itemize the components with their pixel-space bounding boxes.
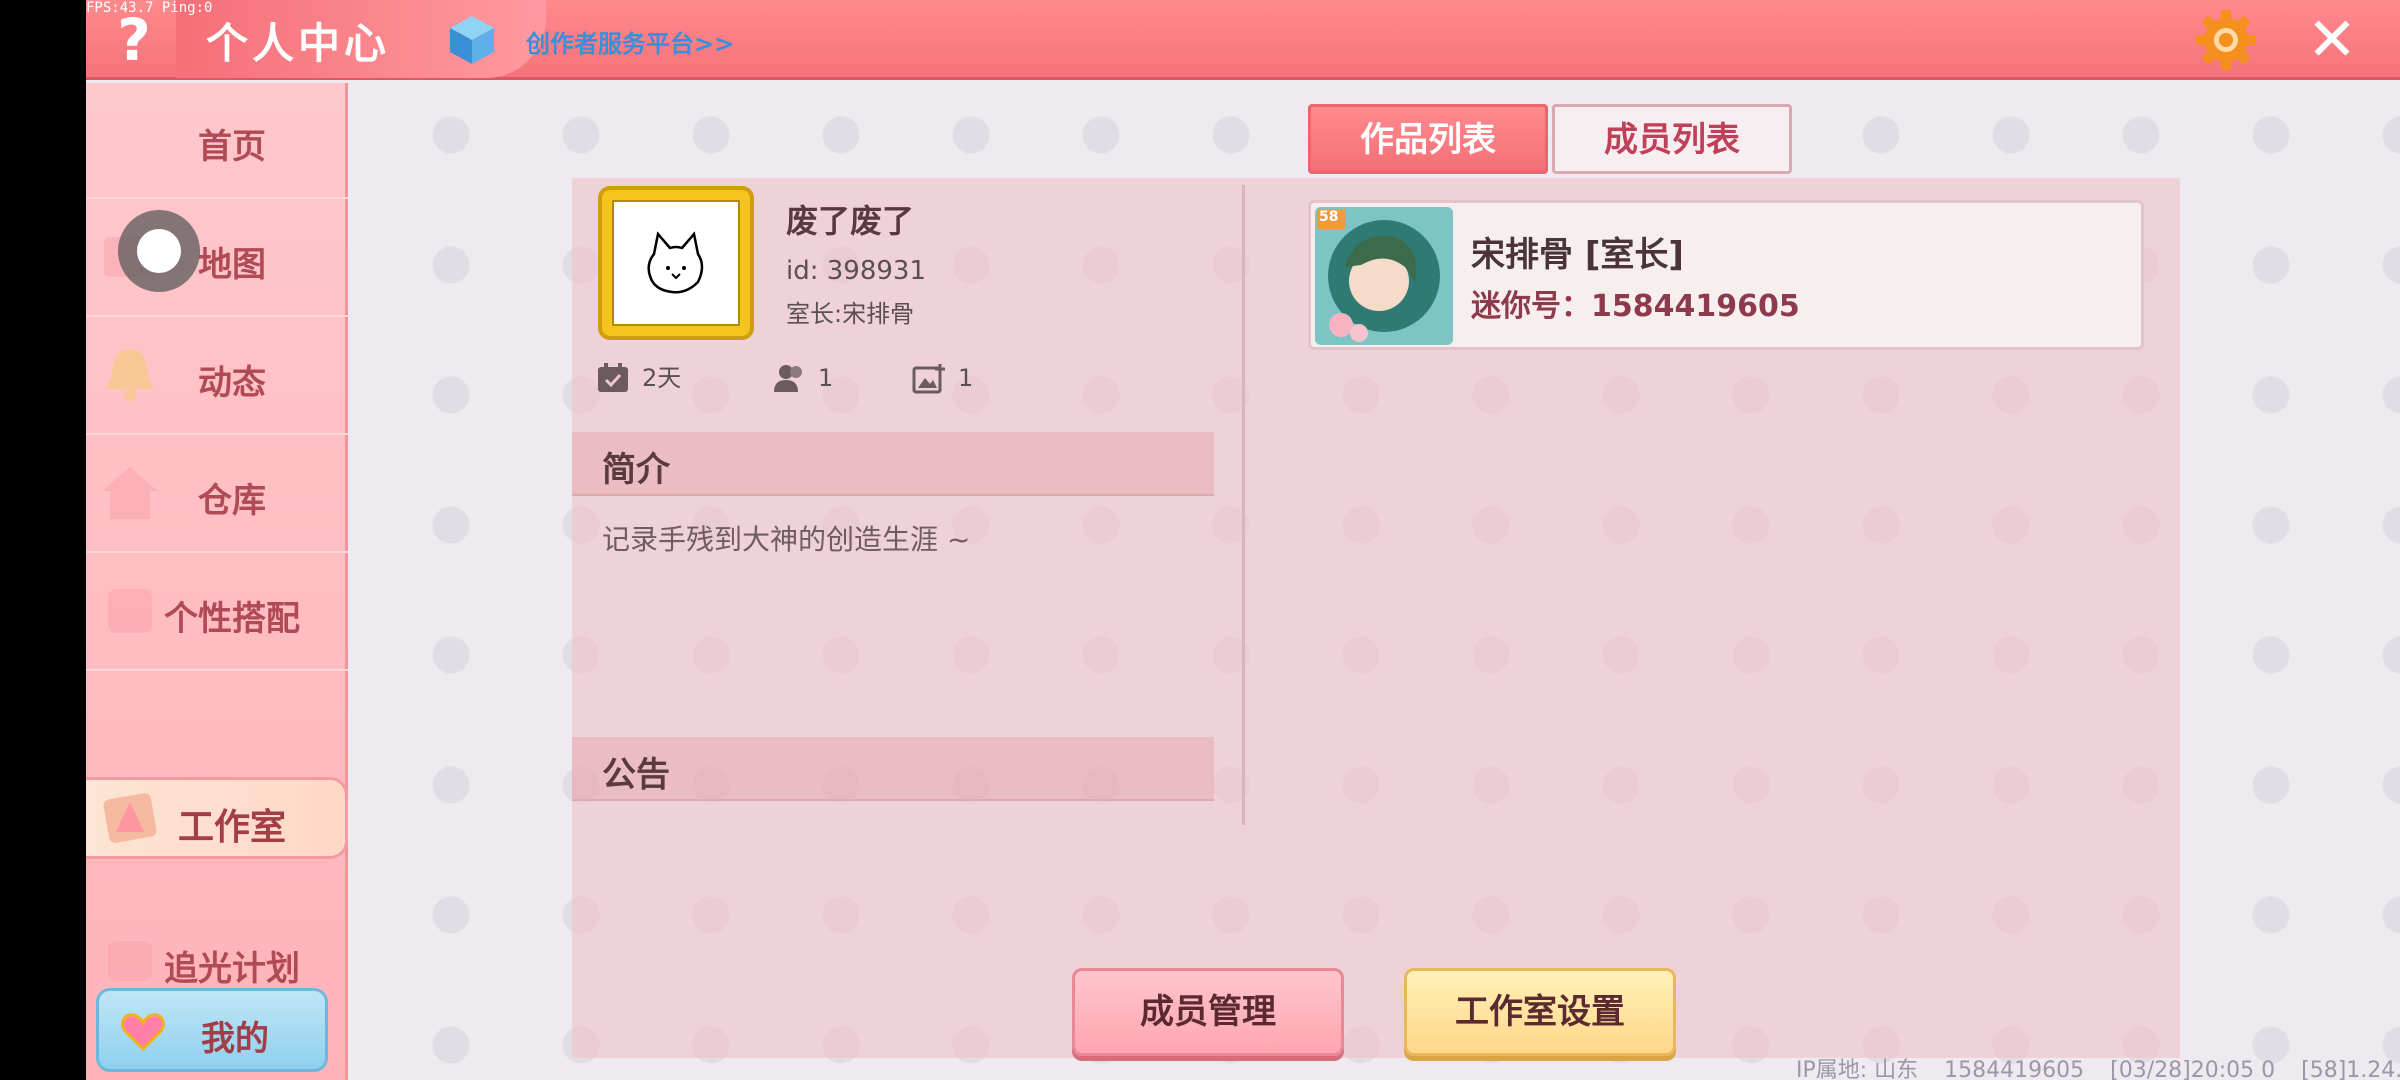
stat-members-value: 1	[818, 364, 834, 392]
studio-settings-button[interactable]: 工作室设置	[1404, 968, 1676, 1056]
studio-avatar-image	[612, 200, 740, 326]
footer-version: [58]1.24.6	[2301, 1058, 2400, 1080]
studio-avatar[interactable]	[598, 186, 754, 340]
stat-works-value: 1	[958, 364, 974, 392]
footer-time: [03/28]20:05 0	[2110, 1058, 2276, 1080]
member-name: 宋排骨 [室长]	[1471, 235, 1684, 275]
level-badge: 58	[1319, 209, 1339, 225]
sidebar-item-label: 工作室	[177, 807, 286, 848]
member-mini-id: 迷你号：1584419605	[1471, 289, 1800, 324]
me-button[interactable]: 我的	[96, 988, 328, 1072]
member-avatar[interactable]: 58	[1315, 207, 1453, 345]
sidebar-item-studio[interactable]: 工作室	[86, 777, 348, 859]
sidebar-item-label: 仓库	[198, 481, 266, 521]
member-manage-button[interactable]: 成员管理	[1072, 968, 1344, 1056]
stat-members: 1	[772, 358, 862, 398]
studio-id: id: 398931	[786, 256, 927, 286]
page-title: 个人中心	[206, 19, 391, 68]
tab-members-list[interactable]: 成员列表	[1552, 104, 1792, 174]
sidebar-item-label: 个性搭配	[164, 599, 300, 639]
studio-name: 废了废了	[786, 202, 915, 240]
creator-platform-link[interactable]: 创作者服务平台>>	[526, 24, 734, 59]
stat-works: 1	[912, 358, 1002, 398]
footer-uid: 1584419605	[1944, 1058, 2085, 1080]
sidebar-item-feed[interactable]: 动态	[86, 319, 348, 435]
cube-icon[interactable]	[448, 14, 496, 66]
intro-text: 记录手残到大神的创造生涯 ~	[602, 523, 971, 556]
intro-title: 简介	[602, 450, 670, 490]
stat-days: 2天	[596, 358, 716, 398]
notice-section-header: 公告	[572, 737, 1214, 801]
sidebar-item-label: 追光计划	[164, 949, 300, 989]
image-add-icon	[912, 364, 945, 394]
notice-title: 公告	[602, 755, 670, 795]
top-bar: ? 个人中心 创作者服务平台>> ✕	[86, 0, 2400, 80]
stat-days-value: 2天	[642, 364, 682, 392]
footer-status: IP属地: 山东 1584419605 [03/28]20:05 0 [58]1.24…	[1796, 1052, 2400, 1080]
sidebar-item-label: 首页	[198, 127, 266, 167]
panel-divider	[1242, 185, 1245, 825]
member-avatar-image	[1315, 207, 1453, 345]
sidebar-item-outfit[interactable]: 个性搭配	[86, 555, 348, 671]
fps-readout: FPS:43.7 Ping:0	[86, 0, 213, 16]
tab-works-list[interactable]: 作品列表	[1308, 104, 1548, 174]
assistive-touch-button[interactable]	[118, 210, 200, 292]
sidebar-item-home[interactable]: 首页	[86, 83, 348, 199]
sidebar-item-label: 动态	[198, 363, 266, 403]
member-card[interactable]: 58 宋排骨 [室长] 迷你号：1584419605	[1308, 200, 2144, 350]
members-icon	[774, 365, 802, 392]
calendar-icon	[598, 363, 628, 392]
intro-section-header: 简介	[572, 432, 1214, 496]
sidebar-item-warehouse[interactable]: 仓库	[86, 437, 348, 553]
ip-location: IP属地: 山东	[1796, 1058, 1919, 1080]
studio-owner: 室长:宋排骨	[786, 300, 915, 328]
help-button[interactable]: ?	[106, 6, 162, 74]
me-label: 我的	[201, 1019, 269, 1059]
close-button[interactable]: ✕	[2300, 8, 2364, 72]
gear-icon[interactable]	[2194, 8, 2258, 72]
cat-doodle-icon	[647, 231, 704, 294]
letterbox-left	[0, 0, 86, 1080]
